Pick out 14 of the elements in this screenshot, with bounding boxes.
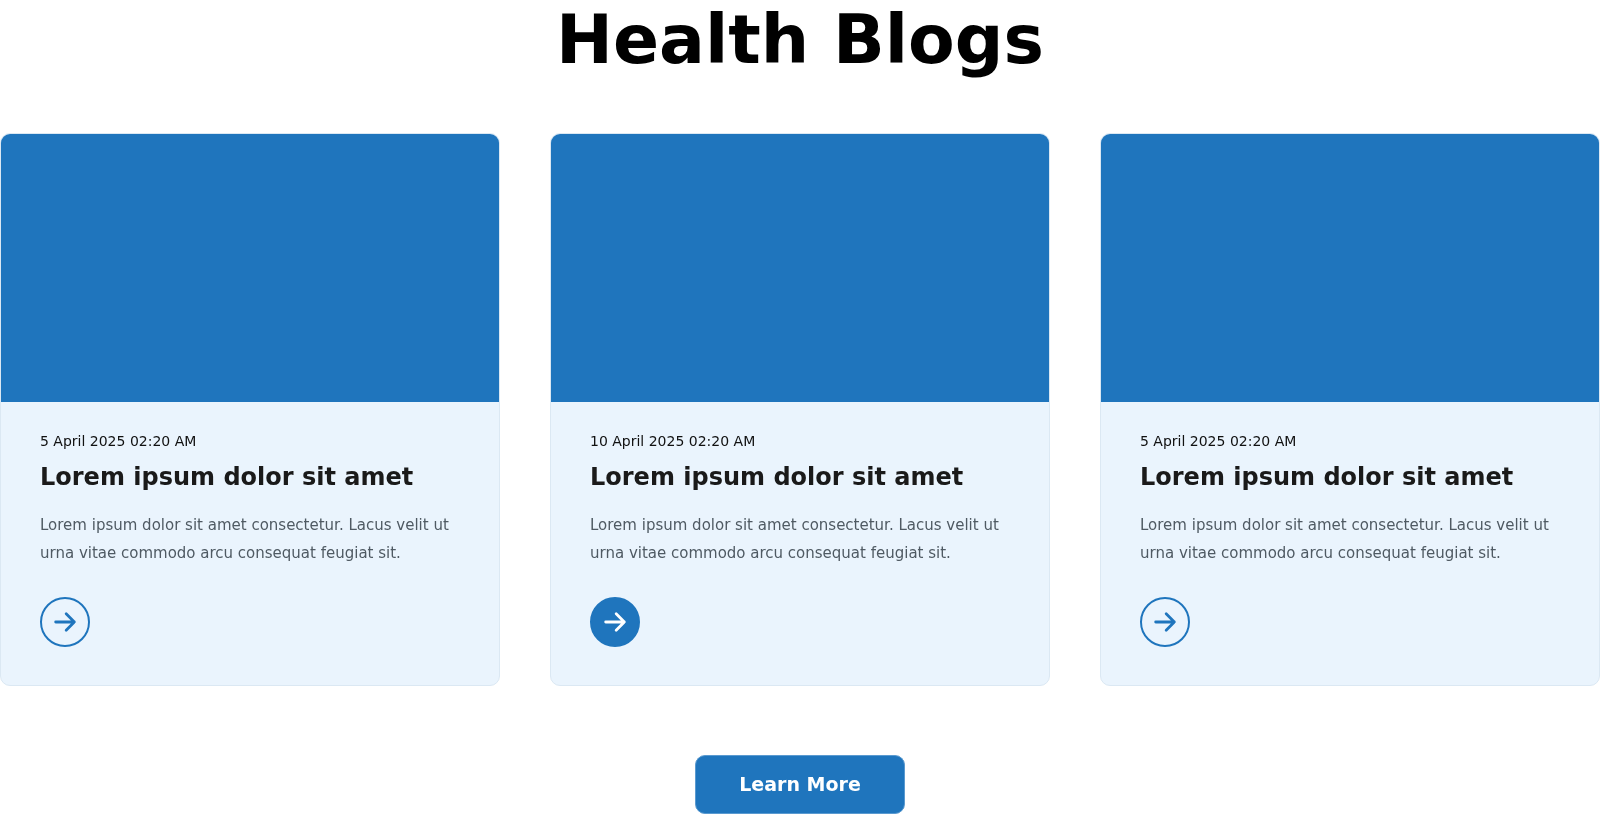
page-title: Health Blogs — [556, 1, 1044, 79]
post-excerpt: Lorem ipsum dolor sit amet consectetur. Lacus velit ut urna vitae commodo arcu consequat feugiat sit. — [590, 515, 1000, 564]
post-date: 5 April 2025 02:20 AM — [40, 432, 198, 451]
arrow-button[interactable] — [1140, 597, 1190, 647]
post-date: 5 April 2025 02:20 AM — [1140, 432, 1298, 451]
post-heading: Lorem ipsum dolor sit amet — [1140, 462, 1515, 493]
learn-more-button[interactable]: Learn More — [695, 755, 905, 814]
arrow-button[interactable] — [40, 597, 90, 647]
post-excerpt: Lorem ipsum dolor sit amet consectetur. Lacus velit ut urna vitae commodo arcu consequat feugiat sit. — [1140, 515, 1550, 564]
post-heading: Lorem ipsum dolor sit amet — [40, 462, 415, 493]
post-heading: Lorem ipsum dolor sit amet — [590, 462, 965, 493]
post-date: 10 April 2025 02:20 AM — [590, 432, 757, 451]
arrow-button[interactable] — [590, 597, 640, 647]
post-excerpt: Lorem ipsum dolor sit amet consectetur. Lacus velit ut urna vitae commodo arcu consequat feugiat sit. — [40, 515, 450, 564]
